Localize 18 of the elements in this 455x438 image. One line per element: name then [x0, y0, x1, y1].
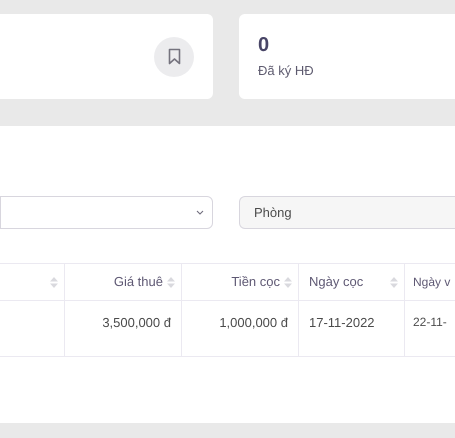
bookmark-icon — [168, 48, 180, 65]
column-header[interactable]: Tiền cọc — [231, 272, 280, 292]
column-header: Ngày v — [413, 274, 450, 291]
stat-label: Đã ký HĐ — [258, 62, 315, 80]
table-cell: 3,500,000 đ — [102, 315, 171, 330]
sort-icon[interactable] — [167, 276, 175, 288]
sort-icon[interactable] — [50, 276, 58, 288]
column-header[interactable]: Ngày cọc — [309, 272, 364, 292]
sort-icon[interactable] — [284, 276, 292, 288]
table-cell: 17-11-2022 — [309, 315, 375, 330]
sort-icon[interactable] — [390, 276, 398, 288]
chevron-down-icon — [196, 210, 204, 215]
column-header[interactable]: Giá thuê — [114, 272, 163, 292]
stat-value: 0 — [258, 33, 270, 57]
table-cell: 22-11- — [413, 315, 447, 329]
select-field[interactable] — [0, 196, 213, 229]
table-cell: 1,000,000 đ — [219, 315, 288, 330]
input-field[interactable]: Phòng — [239, 196, 455, 229]
